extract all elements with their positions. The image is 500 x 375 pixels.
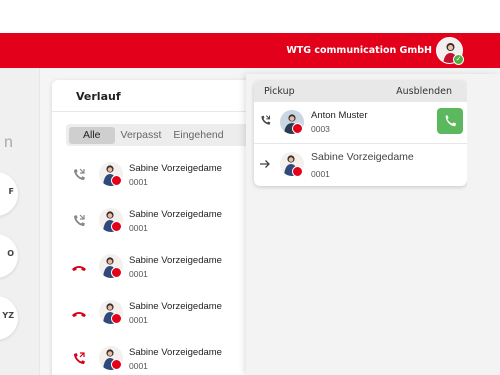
contact-number: 0003	[311, 124, 330, 134]
contact-number: 0001	[129, 361, 148, 371]
left-rail: n F O YZ	[0, 68, 40, 375]
contact-name: Sabine Vorzeigedame	[129, 163, 222, 174]
status-busy-icon	[111, 221, 122, 232]
contact-name: Sabine Vorzeigedame	[129, 301, 222, 312]
forward-arrow-icon	[260, 160, 270, 168]
contact-name: Sabine Vorzeigedame	[129, 347, 222, 358]
pickup-card: Pickup Ausblenden Anton Muster 0003 Sabi…	[254, 81, 467, 186]
divider	[254, 143, 467, 144]
contact-number: 0001	[129, 223, 148, 233]
contact-number: 0001	[129, 177, 148, 187]
rail-button-f[interactable]: F	[0, 172, 18, 216]
contact-number: 0001	[129, 315, 148, 325]
missed-call-icon	[74, 352, 85, 364]
incoming-call-icon	[261, 115, 271, 125]
contact-name: Sabine Vorzeigedame	[129, 255, 222, 266]
status-busy-icon	[292, 166, 303, 177]
tab-missed[interactable]: Verpasst	[115, 127, 168, 144]
contact-name: Anton Muster	[311, 110, 368, 121]
status-busy-icon	[111, 267, 122, 278]
contact-number: 0001	[311, 169, 330, 179]
tab-incoming[interactable]: Eingehend	[167, 127, 229, 144]
status-busy-icon	[111, 359, 122, 370]
presence-available-icon: ✓	[453, 54, 464, 65]
answer-call-button[interactable]	[437, 108, 463, 134]
hide-pickup-button[interactable]: Ausblenden	[396, 86, 452, 97]
rail-partial-text: n	[4, 134, 13, 151]
incoming-call-icon	[74, 168, 85, 180]
top-blank-area	[0, 0, 500, 33]
contact-number: 0001	[129, 269, 148, 279]
status-busy-icon	[111, 175, 122, 186]
hangup-icon	[72, 266, 86, 271]
company-name: WTG communication GmbH	[286, 45, 432, 56]
phone-icon	[445, 115, 457, 127]
rail-button-yz[interactable]: YZ	[0, 296, 18, 340]
rail-button-o[interactable]: O	[0, 234, 18, 278]
status-busy-icon	[292, 123, 303, 134]
status-busy-icon	[111, 313, 122, 324]
hangup-icon	[72, 312, 86, 317]
history-title: Verlauf	[76, 90, 121, 103]
drawer-edge	[467, 74, 500, 375]
contact-name: Sabine Vorzeigedame	[129, 209, 222, 220]
incoming-call-icon	[74, 214, 85, 226]
contact-name: Sabine Vorzeigedame	[311, 151, 414, 163]
pickup-title: Pickup	[264, 86, 295, 97]
tab-all[interactable]: Alle	[69, 126, 115, 144]
